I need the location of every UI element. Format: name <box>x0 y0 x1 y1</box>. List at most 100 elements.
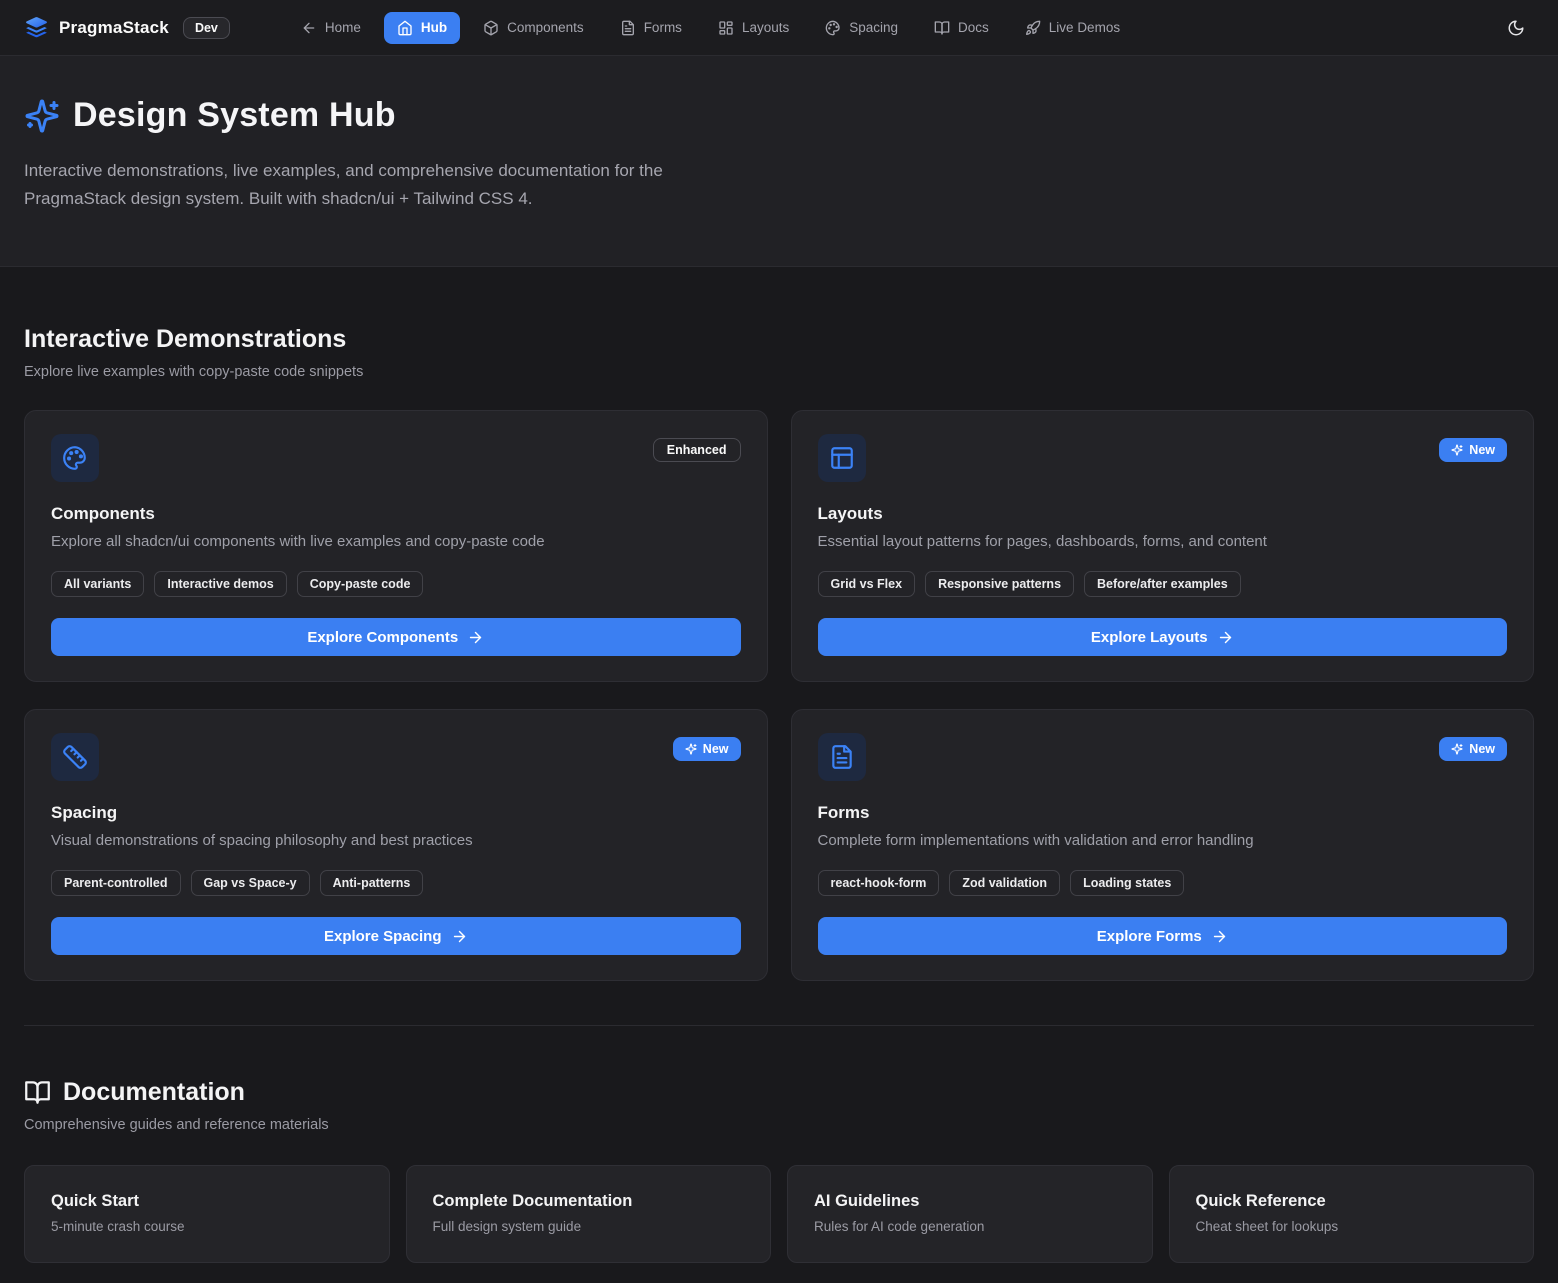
status-badge: New <box>1439 438 1507 462</box>
demo-card-layouts: New Layouts Essential layout patterns fo… <box>791 410 1535 682</box>
demo-card-forms: New Forms Complete form implementations … <box>791 709 1535 981</box>
nav-item-hub[interactable]: Hub <box>384 12 460 44</box>
demos-section: Interactive Demonstrations Explore live … <box>24 267 1534 981</box>
doc-card-quick-reference[interactable]: Quick Reference Cheat sheet for lookups <box>1169 1165 1535 1263</box>
sparkles-icon <box>24 98 60 134</box>
tag-chip: Parent-controlled <box>51 870 181 896</box>
tag-row: react-hook-form Zod validation Loading s… <box>818 870 1508 896</box>
doc-card-title: Quick Reference <box>1196 1192 1508 1211</box>
demos-subheading: Explore live examples with copy-paste co… <box>24 364 1534 380</box>
package-icon <box>483 20 499 36</box>
doc-card-title: Complete Documentation <box>433 1192 745 1211</box>
tag-row: Parent-controlled Gap vs Space-y Anti-pa… <box>51 870 741 896</box>
badge-label: New <box>1469 742 1495 756</box>
tag-chip: All variants <box>51 571 144 597</box>
layers-logo-icon <box>24 15 49 40</box>
status-badge: New <box>673 737 741 761</box>
book-open-icon <box>24 1079 51 1106</box>
page-title: Design System Hub <box>73 96 396 135</box>
docs-section: Documentation Comprehensive guides and r… <box>24 1026 1534 1263</box>
badge-label: New <box>703 742 729 756</box>
doc-card-ai-guidelines[interactable]: AI Guidelines Rules for AI code generati… <box>787 1165 1153 1263</box>
card-title: Components <box>51 504 741 524</box>
arrow-left-icon <box>301 20 317 36</box>
nav-item-components[interactable]: Components <box>470 12 597 44</box>
nav-item-label: Live Demos <box>1049 20 1120 35</box>
file-text-icon <box>818 733 866 781</box>
demo-card-spacing: New Spacing Visual demonstrations of spa… <box>24 709 768 981</box>
book-open-icon <box>934 20 950 36</box>
ruler-icon <box>51 733 99 781</box>
status-badge: Enhanced <box>653 438 741 462</box>
card-description: Essential layout patterns for pages, das… <box>818 533 1508 550</box>
docs-subheading: Comprehensive guides and reference mater… <box>24 1117 1534 1133</box>
explore-forms-button[interactable]: Explore Forms <box>818 917 1508 955</box>
button-label: Explore Spacing <box>324 928 442 945</box>
layout-grid-icon <box>718 20 734 36</box>
nav-item-spacing[interactable]: Spacing <box>812 12 911 44</box>
nav-item-label: Spacing <box>849 20 898 35</box>
nav-item-label: Forms <box>644 20 682 35</box>
explore-spacing-button[interactable]: Explore Spacing <box>51 917 741 955</box>
nav-item-label: Hub <box>421 20 447 35</box>
page-description: Interactive demonstrations, live example… <box>24 157 769 212</box>
palette-icon <box>825 20 841 36</box>
file-text-icon <box>620 20 636 36</box>
tag-row: All variants Interactive demos Copy-past… <box>51 571 741 597</box>
docs-heading: Documentation <box>63 1078 245 1107</box>
card-title: Spacing <box>51 803 741 823</box>
card-description: Complete form implementations with valid… <box>818 832 1508 849</box>
nav-item-label: Docs <box>958 20 989 35</box>
tag-chip: react-hook-form <box>818 870 940 896</box>
demo-card-components: Enhanced Components Explore all shadcn/u… <box>24 410 768 682</box>
demos-heading: Interactive Demonstrations <box>24 325 1534 354</box>
main-nav: Home Hub Components Forms Layouts <box>288 12 1133 44</box>
tag-chip: Interactive demos <box>154 571 286 597</box>
sparkles-icon <box>685 743 697 755</box>
nav-item-live-demos[interactable]: Live Demos <box>1012 12 1133 44</box>
explore-layouts-button[interactable]: Explore Layouts <box>818 618 1508 656</box>
moon-icon <box>1507 19 1525 37</box>
tag-chip: Grid vs Flex <box>818 571 916 597</box>
tag-chip: Zod validation <box>949 870 1060 896</box>
explore-components-button[interactable]: Explore Components <box>51 618 741 656</box>
status-badge: New <box>1439 737 1507 761</box>
demo-card-grid: Enhanced Components Explore all shadcn/u… <box>24 410 1534 981</box>
env-badge: Dev <box>183 17 230 39</box>
tag-chip: Loading states <box>1070 870 1184 896</box>
theme-toggle-button[interactable] <box>1498 10 1534 46</box>
sparkles-icon <box>1451 444 1463 456</box>
main-content: Interactive Demonstrations Explore live … <box>0 267 1558 1283</box>
tag-row: Grid vs Flex Responsive patterns Before/… <box>818 571 1508 597</box>
arrow-right-icon <box>1211 928 1228 945</box>
rocket-icon <box>1025 20 1041 36</box>
doc-card-title: Quick Start <box>51 1192 363 1211</box>
card-description: Explore all shadcn/ui components with li… <box>51 533 741 550</box>
button-label: Explore Forms <box>1097 928 1202 945</box>
brand-name: PragmaStack <box>59 18 169 38</box>
nav-item-home[interactable]: Home <box>288 12 374 44</box>
arrow-right-icon <box>1217 629 1234 646</box>
nav-item-layouts[interactable]: Layouts <box>705 12 802 44</box>
card-description: Visual demonstrations of spacing philoso… <box>51 832 741 849</box>
doc-card-quick-start[interactable]: Quick Start 5-minute crash course <box>24 1165 390 1263</box>
card-title: Layouts <box>818 504 1508 524</box>
nav-item-docs[interactable]: Docs <box>921 12 1002 44</box>
hero-section: Design System Hub Interactive demonstrat… <box>0 56 1558 267</box>
top-navbar: PragmaStack Dev Home Hub Components Fo <box>0 0 1558 56</box>
tag-chip: Gap vs Space-y <box>191 870 310 896</box>
nav-item-label: Components <box>507 20 584 35</box>
home-icon <box>397 20 413 36</box>
nav-item-label: Home <box>325 20 361 35</box>
arrow-right-icon <box>451 928 468 945</box>
nav-item-forms[interactable]: Forms <box>607 12 695 44</box>
doc-card-description: 5-minute crash course <box>51 1219 363 1234</box>
arrow-right-icon <box>467 629 484 646</box>
palette-icon <box>51 434 99 482</box>
nav-item-label: Layouts <box>742 20 789 35</box>
docs-card-grid: Quick Start 5-minute crash course Comple… <box>24 1165 1534 1263</box>
doc-card-complete-documentation[interactable]: Complete Documentation Full design syste… <box>406 1165 772 1263</box>
brand[interactable]: PragmaStack Dev <box>24 15 230 40</box>
doc-card-description: Full design system guide <box>433 1219 745 1234</box>
panels-top-left-icon <box>818 434 866 482</box>
